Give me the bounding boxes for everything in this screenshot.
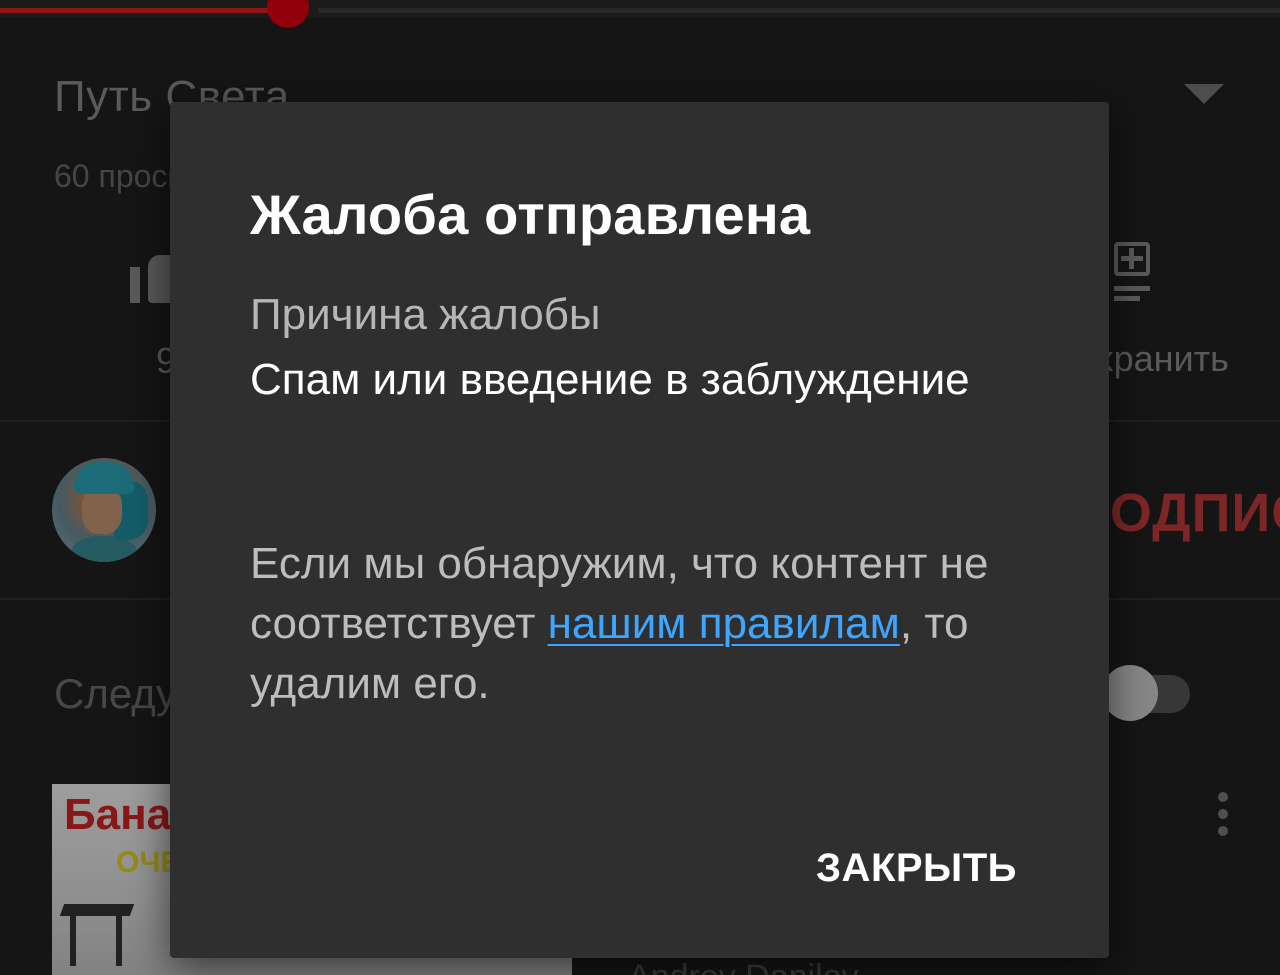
- dialog-body: Если мы обнаружим, что контент не соотве…: [250, 534, 1010, 714]
- close-button[interactable]: ЗАКРЫТЬ: [804, 842, 1029, 895]
- reason-label: Причина жалобы: [250, 290, 601, 339]
- dialog-title: Жалоба отправлена: [250, 183, 811, 246]
- reason-value: Спам или введение в заблуждение: [250, 355, 970, 404]
- policy-link[interactable]: нашим правилам: [548, 599, 900, 648]
- app-screen: Путь Света 60 просмотров 9 Сохранить ПОД…: [0, 0, 1280, 975]
- report-confirmation-dialog: Жалоба отправлена Причина жалобы Спам ил…: [170, 102, 1109, 958]
